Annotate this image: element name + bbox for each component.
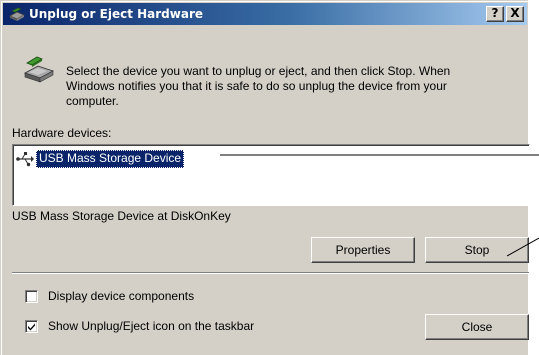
display-components-label[interactable]: Display device components: [48, 289, 194, 303]
usb-device-icon: [16, 152, 34, 167]
unplug-eject-dialog: Unplug or Eject Hardware ? X Select the …: [0, 0, 530, 355]
properties-button[interactable]: Properties: [311, 237, 415, 263]
checkmark-icon: [28, 323, 35, 331]
show-icon-checkbox[interactable]: [25, 320, 38, 333]
close-window-button[interactable]: X: [506, 6, 524, 22]
selected-device-label[interactable]: USB Mass Storage Device: [36, 150, 185, 168]
hardware-devices-label: Hardware devices:: [12, 126, 112, 140]
hardware-icon: [23, 56, 55, 83]
hardware-devices-list[interactable]: USB Mass Storage Device: [12, 144, 530, 206]
window-title: Unplug or Eject Hardware: [29, 7, 204, 21]
unplug-hardware-icon: [9, 7, 25, 21]
device-description: USB Mass Storage Device at DiskOnKey: [12, 209, 231, 223]
show-icon-label[interactable]: Show Unplug/Eject icon on the taskbar: [48, 319, 254, 333]
instructions-text: Select the device you want to unplug or …: [66, 64, 451, 108]
close-button[interactable]: Close: [425, 314, 529, 340]
title-bar[interactable]: Unplug or Eject Hardware ? X: [3, 3, 527, 25]
stop-button[interactable]: Stop: [425, 237, 529, 263]
help-button[interactable]: ?: [486, 6, 504, 22]
display-components-checkbox[interactable]: [25, 290, 38, 303]
separator: [12, 272, 529, 274]
